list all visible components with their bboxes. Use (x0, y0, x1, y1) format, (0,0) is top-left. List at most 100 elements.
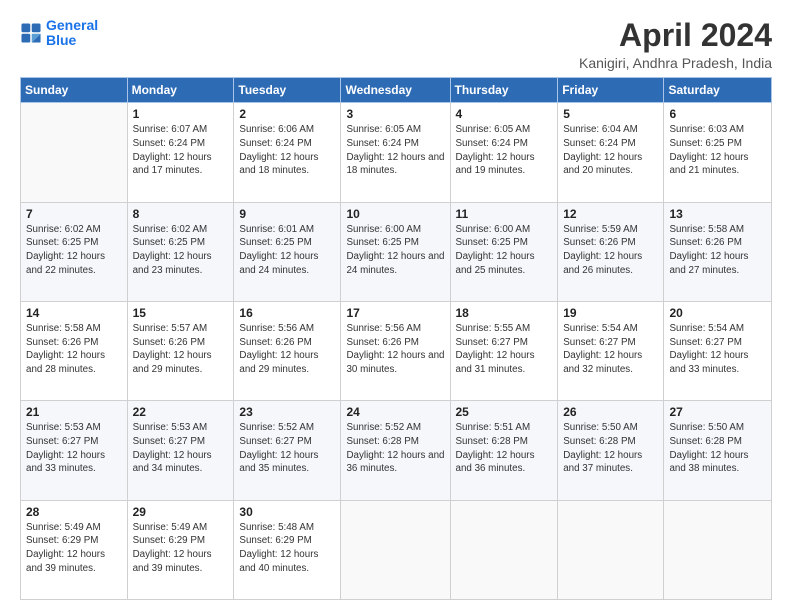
cell-day-number: 5 (563, 107, 658, 121)
cell-info: Sunrise: 5:49 AMSunset: 6:29 PMDaylight:… (133, 521, 229, 576)
calendar-week-row: 28 Sunrise: 5:49 AMSunset: 6:29 PMDaylig… (21, 500, 772, 599)
page: General Blue April 2024 Kanigiri, Andhra… (0, 0, 792, 612)
cell-info: Sunrise: 5:55 AMSunset: 6:27 PMDaylight:… (456, 322, 553, 377)
calendar-cell: 19 Sunrise: 5:54 AMSunset: 6:27 PMDaylig… (558, 301, 664, 400)
cell-info: Sunrise: 5:49 AMSunset: 6:29 PMDaylight:… (26, 521, 122, 576)
calendar-cell: 30 Sunrise: 5:48 AMSunset: 6:29 PMDaylig… (234, 500, 341, 599)
col-saturday: Saturday (664, 78, 772, 103)
calendar-cell: 6 Sunrise: 6:03 AMSunset: 6:25 PMDayligh… (664, 103, 772, 202)
cell-day-number: 3 (346, 107, 444, 121)
cell-info: Sunrise: 6:05 AMSunset: 6:24 PMDaylight:… (456, 123, 553, 178)
cell-day-number: 18 (456, 306, 553, 320)
cell-day-number: 2 (239, 107, 335, 121)
calendar-cell: 27 Sunrise: 5:50 AMSunset: 6:28 PMDaylig… (664, 401, 772, 500)
col-wednesday: Wednesday (341, 78, 450, 103)
cell-info: Sunrise: 6:00 AMSunset: 6:25 PMDaylight:… (346, 223, 444, 278)
calendar-cell: 1 Sunrise: 6:07 AMSunset: 6:24 PMDayligh… (127, 103, 234, 202)
cell-info: Sunrise: 6:03 AMSunset: 6:25 PMDaylight:… (669, 123, 766, 178)
cell-info: Sunrise: 5:54 AMSunset: 6:27 PMDaylight:… (669, 322, 766, 377)
col-thursday: Thursday (450, 78, 558, 103)
calendar-header: Sunday Monday Tuesday Wednesday Thursday… (21, 78, 772, 103)
cell-info: Sunrise: 6:07 AMSunset: 6:24 PMDaylight:… (133, 123, 229, 178)
calendar-cell: 12 Sunrise: 5:59 AMSunset: 6:26 PMDaylig… (558, 202, 664, 301)
calendar-cell (21, 103, 128, 202)
calendar-week-row: 1 Sunrise: 6:07 AMSunset: 6:24 PMDayligh… (21, 103, 772, 202)
cell-day-number: 14 (26, 306, 122, 320)
calendar: Sunday Monday Tuesday Wednesday Thursday… (20, 77, 772, 600)
cell-info: Sunrise: 5:50 AMSunset: 6:28 PMDaylight:… (563, 421, 658, 476)
calendar-week-row: 14 Sunrise: 5:58 AMSunset: 6:26 PMDaylig… (21, 301, 772, 400)
cell-day-number: 29 (133, 505, 229, 519)
cell-day-number: 24 (346, 405, 444, 419)
cell-day-number: 15 (133, 306, 229, 320)
calendar-cell (558, 500, 664, 599)
calendar-cell: 13 Sunrise: 5:58 AMSunset: 6:26 PMDaylig… (664, 202, 772, 301)
cell-day-number: 4 (456, 107, 553, 121)
calendar-cell: 14 Sunrise: 5:58 AMSunset: 6:26 PMDaylig… (21, 301, 128, 400)
calendar-cell: 8 Sunrise: 6:02 AMSunset: 6:25 PMDayligh… (127, 202, 234, 301)
calendar-cell: 29 Sunrise: 5:49 AMSunset: 6:29 PMDaylig… (127, 500, 234, 599)
calendar-cell: 4 Sunrise: 6:05 AMSunset: 6:24 PMDayligh… (450, 103, 558, 202)
calendar-cell: 25 Sunrise: 5:51 AMSunset: 6:28 PMDaylig… (450, 401, 558, 500)
cell-info: Sunrise: 6:00 AMSunset: 6:25 PMDaylight:… (456, 223, 553, 278)
cell-info: Sunrise: 5:51 AMSunset: 6:28 PMDaylight:… (456, 421, 553, 476)
calendar-cell: 15 Sunrise: 5:57 AMSunset: 6:26 PMDaylig… (127, 301, 234, 400)
cell-day-number: 13 (669, 207, 766, 221)
cell-day-number: 30 (239, 505, 335, 519)
cell-info: Sunrise: 5:56 AMSunset: 6:26 PMDaylight:… (239, 322, 335, 377)
cell-day-number: 9 (239, 207, 335, 221)
calendar-cell: 10 Sunrise: 6:00 AMSunset: 6:25 PMDaylig… (341, 202, 450, 301)
weekday-row: Sunday Monday Tuesday Wednesday Thursday… (21, 78, 772, 103)
location: Kanigiri, Andhra Pradesh, India (579, 55, 772, 71)
col-tuesday: Tuesday (234, 78, 341, 103)
logo-blue: Blue (46, 32, 76, 48)
cell-info: Sunrise: 5:54 AMSunset: 6:27 PMDaylight:… (563, 322, 658, 377)
cell-info: Sunrise: 5:53 AMSunset: 6:27 PMDaylight:… (26, 421, 122, 476)
cell-day-number: 22 (133, 405, 229, 419)
month-title: April 2024 (579, 18, 772, 53)
calendar-cell: 3 Sunrise: 6:05 AMSunset: 6:24 PMDayligh… (341, 103, 450, 202)
logo-general: General (46, 17, 98, 33)
cell-day-number: 10 (346, 207, 444, 221)
calendar-body: 1 Sunrise: 6:07 AMSunset: 6:24 PMDayligh… (21, 103, 772, 600)
calendar-cell: 21 Sunrise: 5:53 AMSunset: 6:27 PMDaylig… (21, 401, 128, 500)
cell-day-number: 20 (669, 306, 766, 320)
cell-info: Sunrise: 6:02 AMSunset: 6:25 PMDaylight:… (133, 223, 229, 278)
cell-info: Sunrise: 5:58 AMSunset: 6:26 PMDaylight:… (669, 223, 766, 278)
cell-day-number: 11 (456, 207, 553, 221)
cell-info: Sunrise: 6:02 AMSunset: 6:25 PMDaylight:… (26, 223, 122, 278)
cell-info: Sunrise: 6:05 AMSunset: 6:24 PMDaylight:… (346, 123, 444, 178)
cell-day-number: 12 (563, 207, 658, 221)
calendar-cell: 16 Sunrise: 5:56 AMSunset: 6:26 PMDaylig… (234, 301, 341, 400)
cell-day-number: 6 (669, 107, 766, 121)
calendar-cell: 11 Sunrise: 6:00 AMSunset: 6:25 PMDaylig… (450, 202, 558, 301)
calendar-cell: 2 Sunrise: 6:06 AMSunset: 6:24 PMDayligh… (234, 103, 341, 202)
calendar-week-row: 7 Sunrise: 6:02 AMSunset: 6:25 PMDayligh… (21, 202, 772, 301)
calendar-cell: 7 Sunrise: 6:02 AMSunset: 6:25 PMDayligh… (21, 202, 128, 301)
calendar-cell: 28 Sunrise: 5:49 AMSunset: 6:29 PMDaylig… (21, 500, 128, 599)
header-right: April 2024 Kanigiri, Andhra Pradesh, Ind… (579, 18, 772, 71)
cell-day-number: 26 (563, 405, 658, 419)
cell-info: Sunrise: 5:50 AMSunset: 6:28 PMDaylight:… (669, 421, 766, 476)
cell-day-number: 23 (239, 405, 335, 419)
col-monday: Monday (127, 78, 234, 103)
calendar-cell: 17 Sunrise: 5:56 AMSunset: 6:26 PMDaylig… (341, 301, 450, 400)
logo-icon (20, 22, 42, 44)
calendar-cell (664, 500, 772, 599)
col-sunday: Sunday (21, 78, 128, 103)
logo-text: General Blue (46, 18, 98, 49)
calendar-week-row: 21 Sunrise: 5:53 AMSunset: 6:27 PMDaylig… (21, 401, 772, 500)
logo: General Blue (20, 18, 98, 49)
cell-day-number: 1 (133, 107, 229, 121)
calendar-cell (341, 500, 450, 599)
cell-info: Sunrise: 6:01 AMSunset: 6:25 PMDaylight:… (239, 223, 335, 278)
cell-info: Sunrise: 6:04 AMSunset: 6:24 PMDaylight:… (563, 123, 658, 178)
cell-day-number: 21 (26, 405, 122, 419)
calendar-cell: 22 Sunrise: 5:53 AMSunset: 6:27 PMDaylig… (127, 401, 234, 500)
calendar-cell: 24 Sunrise: 5:52 AMSunset: 6:28 PMDaylig… (341, 401, 450, 500)
calendar-cell (450, 500, 558, 599)
cell-day-number: 8 (133, 207, 229, 221)
calendar-cell: 26 Sunrise: 5:50 AMSunset: 6:28 PMDaylig… (558, 401, 664, 500)
cell-day-number: 7 (26, 207, 122, 221)
cell-info: Sunrise: 5:53 AMSunset: 6:27 PMDaylight:… (133, 421, 229, 476)
